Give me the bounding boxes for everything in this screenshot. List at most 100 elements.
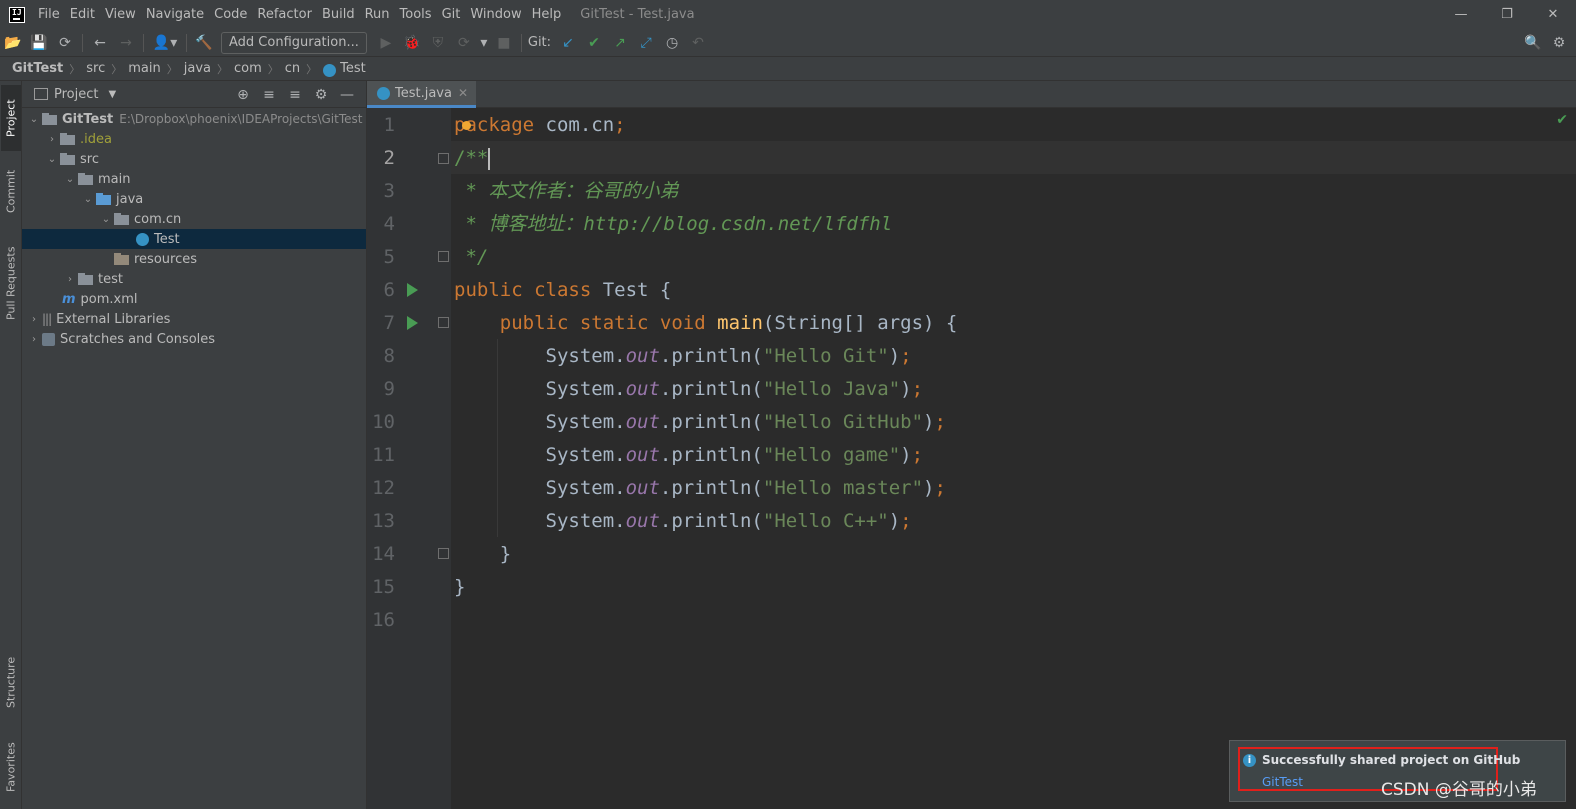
tree-item-src[interactable]: ⌄ src — [22, 149, 366, 169]
fold-icon[interactable] — [438, 317, 449, 328]
menu-edit[interactable]: Edit — [65, 0, 100, 29]
chevron-right-icon[interactable]: › — [62, 274, 78, 285]
build-hammer-icon[interactable]: 🔨 — [191, 31, 217, 55]
package-icon — [114, 213, 130, 225]
chevron-down-icon[interactable]: ▼ — [108, 89, 116, 100]
tree-item-label: resources — [134, 251, 198, 267]
collapse-all-icon[interactable]: ≡ — [282, 87, 308, 103]
lightbulb-icon[interactable] — [462, 121, 471, 130]
breadcrumb-item-java[interactable]: java — [184, 61, 211, 76]
more-run-options-icon[interactable]: ▾ — [477, 31, 491, 55]
breadcrumb-item-com[interactable]: com — [234, 61, 262, 76]
run-icon[interactable]: ▶ — [373, 31, 399, 55]
open-folder-icon[interactable]: 📂 — [0, 31, 26, 55]
tree-item-gittest[interactable]: ⌄ GitTest E:\Dropbox\phoenix\IDEAProject… — [22, 109, 366, 129]
back-icon[interactable]: ← — [87, 31, 113, 55]
settings-gear-icon[interactable]: ⚙ — [1546, 31, 1572, 55]
restore-button[interactable]: ❐ — [1484, 0, 1530, 29]
tree-item-main[interactable]: ⌄ main — [22, 169, 366, 189]
close-window-button[interactable]: ✕ — [1530, 0, 1576, 29]
main-toolbar: 📂 💾 ⟳ ← → 👤▾ 🔨 Add Configuration... ▶ 🐞 … — [0, 29, 1576, 57]
minimize-button[interactable]: — — [1438, 0, 1484, 29]
tab-test-java[interactable]: Test.java ✕ — [367, 81, 477, 108]
no-problems-check-icon[interactable]: ✔ — [1556, 112, 1568, 128]
menu-refactor[interactable]: Refactor — [252, 0, 317, 29]
project-panel-title[interactable]: Project — [54, 87, 98, 102]
chevron-right-icon[interactable]: › — [44, 134, 60, 145]
resources-folder-icon — [114, 253, 130, 265]
chevron-right-icon[interactable]: › — [26, 314, 42, 325]
tree-item-idea[interactable]: › .idea — [22, 129, 366, 149]
locate-file-icon[interactable]: ⊕ — [230, 87, 256, 103]
tool-tab-project[interactable]: Project — [1, 85, 21, 151]
menu-navigate[interactable]: Navigate — [141, 0, 209, 29]
fold-icon[interactable] — [438, 251, 449, 262]
chevron-down-icon[interactable]: ⌄ — [44, 154, 60, 165]
chevron-down-icon[interactable]: ⌄ — [98, 214, 114, 225]
tree-item-resources[interactable]: resources — [22, 249, 366, 269]
line-number: 1 — [383, 114, 395, 136]
git-push-icon[interactable]: ↗ — [607, 31, 633, 55]
menu-git[interactable]: Git — [437, 0, 466, 29]
identifier-token: System. — [454, 510, 626, 532]
notification-project-link[interactable]: GitTest — [1262, 775, 1303, 789]
chevron-down-icon[interactable]: ⌄ — [62, 174, 78, 185]
breadcrumb-item-test[interactable]: Test — [340, 61, 366, 76]
code-area[interactable]: package com.cn; /** * 本文作者：谷哥的小弟 * 博客地址：… — [451, 108, 1576, 809]
stop-icon[interactable]: ■ — [491, 31, 517, 55]
git-commit-icon[interactable]: ✔ — [581, 31, 607, 55]
method-call-token: .println( — [659, 411, 763, 433]
tool-tab-pull-requests[interactable]: Pull Requests — [1, 237, 21, 329]
tree-item-com-cn[interactable]: ⌄ com.cn — [22, 209, 366, 229]
save-all-icon[interactable]: 💾 — [26, 31, 52, 55]
chevron-right-icon[interactable]: › — [26, 334, 42, 345]
fold-icon[interactable] — [438, 548, 449, 559]
fold-icon[interactable] — [438, 153, 449, 164]
breadcrumb-item-cn[interactable]: cn — [285, 61, 300, 76]
tool-tab-structure[interactable]: Structure — [1, 647, 21, 717]
tool-tab-favorites[interactable]: Favorites — [1, 731, 21, 803]
tree-item-external-libraries[interactable]: › ||| External Libraries — [22, 309, 366, 329]
tree-item-scratches[interactable]: › Scratches and Consoles — [22, 329, 366, 349]
menu-build[interactable]: Build — [317, 0, 360, 29]
sync-icon[interactable]: ⟳ — [52, 31, 78, 55]
git-update-icon[interactable]: ↙ — [555, 31, 581, 55]
git-rollback-icon[interactable]: ↶ — [685, 31, 711, 55]
add-configuration-button[interactable]: Add Configuration... — [221, 31, 367, 54]
menu-run[interactable]: Run — [360, 0, 395, 29]
field-token: out — [625, 345, 660, 367]
menu-help[interactable]: Help — [527, 0, 567, 29]
git-history-icon[interactable]: ◷ — [659, 31, 685, 55]
expand-all-icon[interactable]: ≡ — [256, 87, 282, 103]
tree-item-test-class[interactable]: Test — [22, 229, 366, 249]
search-icon[interactable]: 🔍 — [1520, 31, 1546, 55]
breadcrumb-item-src[interactable]: src — [86, 61, 105, 76]
code-line-4: * 博客地址：http://blog.csdn.net/lfdfhl — [454, 213, 893, 235]
breadcrumb-item-gittest[interactable]: GitTest — [12, 61, 63, 76]
hide-panel-icon[interactable]: — — [334, 87, 360, 103]
user-icon[interactable]: 👤▾ — [148, 31, 182, 55]
git-merge-icon[interactable]: ⤢ — [633, 31, 659, 55]
tool-tab-commit[interactable]: Commit — [1, 159, 21, 223]
coverage-icon[interactable]: ⛨ — [425, 31, 451, 55]
menu-window[interactable]: Window — [465, 0, 526, 29]
forward-icon[interactable]: → — [113, 31, 139, 55]
run-class-icon[interactable] — [407, 283, 418, 297]
keyword-token: public static void — [499, 312, 706, 334]
menu-view[interactable]: View — [100, 0, 141, 29]
menu-tools[interactable]: Tools — [395, 0, 437, 29]
tree-item-test-folder[interactable]: › test — [22, 269, 366, 289]
panel-settings-gear-icon[interactable]: ⚙ — [308, 87, 334, 103]
close-tab-icon[interactable]: ✕ — [458, 86, 468, 100]
tree-item-pom-xml[interactable]: m pom.xml — [22, 289, 366, 309]
debug-icon[interactable]: 🐞 — [399, 31, 425, 55]
chevron-down-icon[interactable]: ⌄ — [80, 194, 96, 205]
profile-icon[interactable]: ⟳ — [451, 31, 477, 55]
breadcrumb-item-main[interactable]: main — [128, 61, 160, 76]
line-number: 11 — [372, 444, 395, 466]
chevron-down-icon[interactable]: ⌄ — [26, 114, 42, 125]
menu-file[interactable]: File — [33, 0, 65, 29]
menu-code[interactable]: Code — [209, 0, 252, 29]
run-main-icon[interactable] — [407, 316, 418, 330]
tree-item-java[interactable]: ⌄ java — [22, 189, 366, 209]
